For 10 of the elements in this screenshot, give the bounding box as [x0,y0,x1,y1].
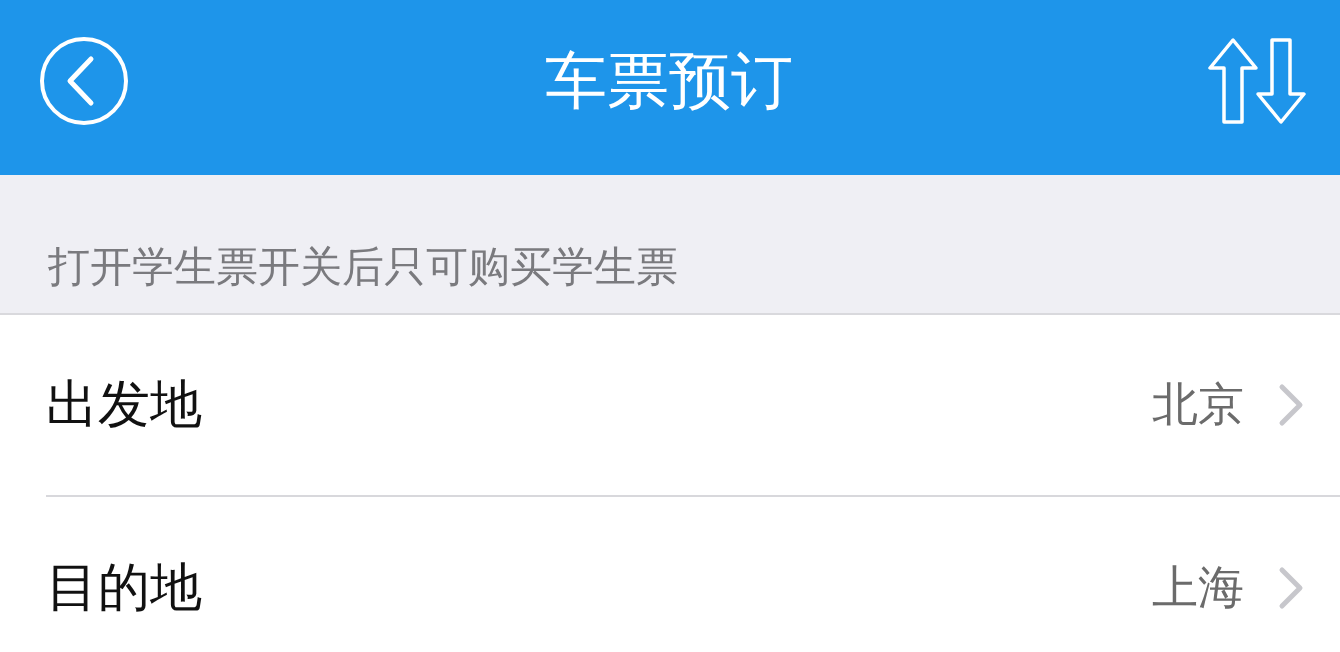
row-label: 目的地 [46,556,203,619]
swap-icon[interactable] [1208,37,1306,124]
chevron-icon[interactable] [1278,566,1304,610]
hint-text: 打开学生票开关后只可购买学生票 [48,241,678,293]
row-value: 上海 [1152,559,1244,616]
nav-title: 车票预订 [545,42,793,119]
row-label: 出发地 [46,373,203,436]
row-value: 北京 [1152,376,1244,433]
back-icon[interactable] [38,34,130,127]
chevron-icon[interactable] [1278,383,1304,427]
